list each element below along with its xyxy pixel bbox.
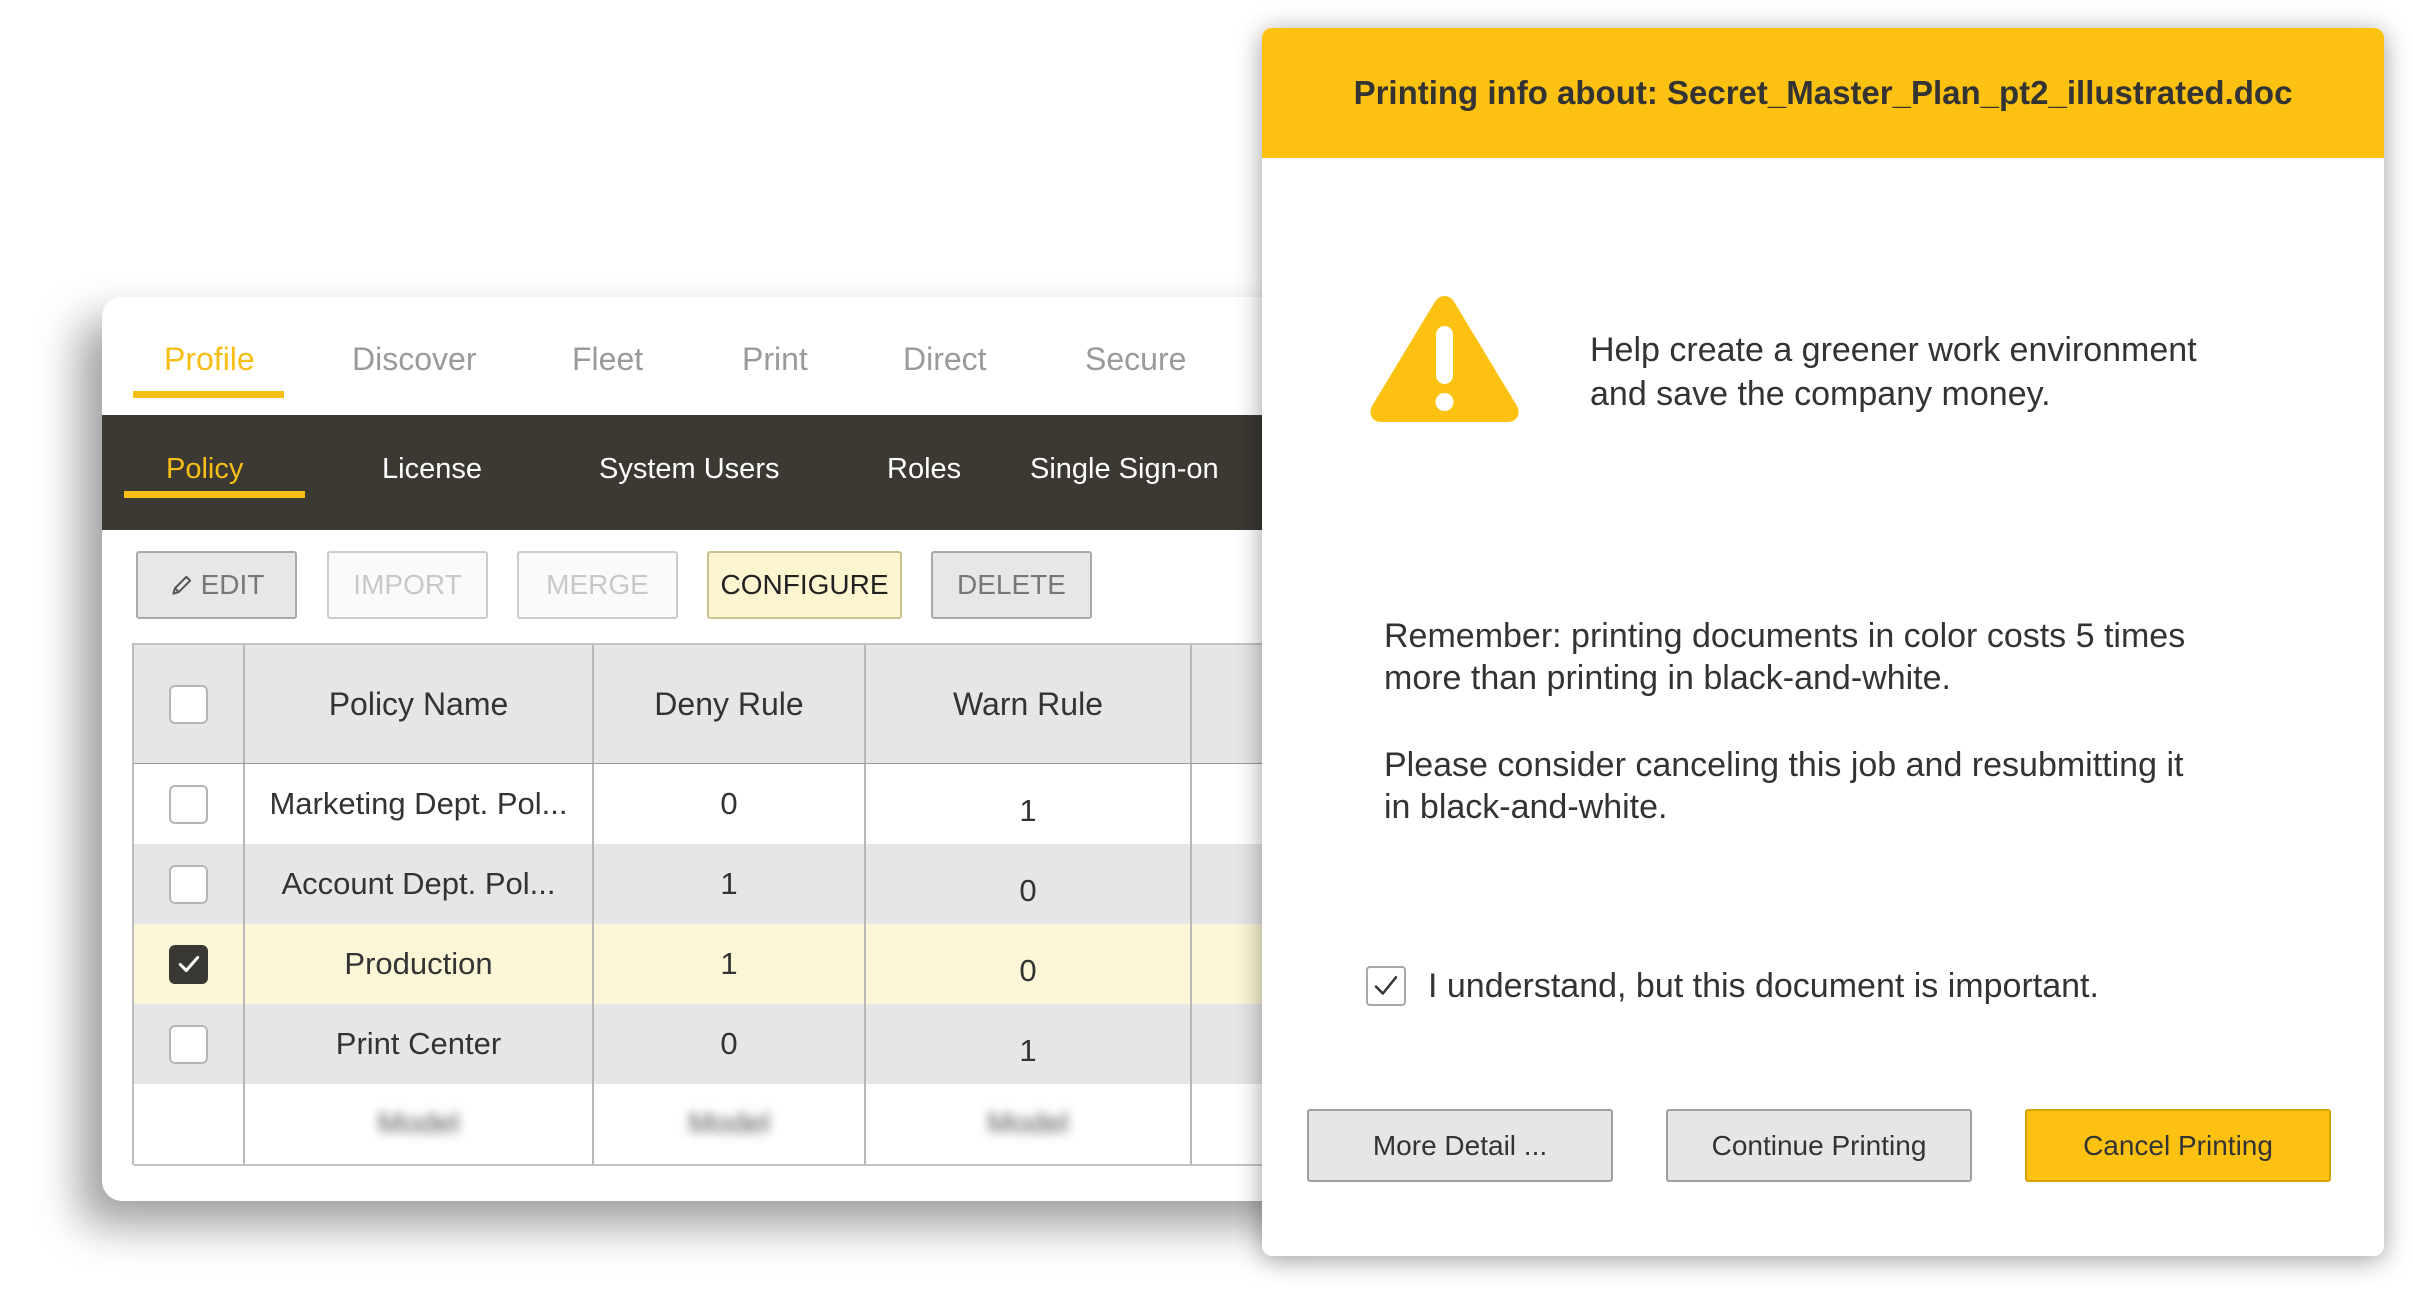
blurred-text: Model xyxy=(688,1107,770,1140)
acknowledge-row: I understand, but this document is impor… xyxy=(1366,964,2099,1008)
merge-button[interactable]: MERGE xyxy=(517,551,678,619)
green-message-line: and save the company money. xyxy=(1590,375,2051,413)
blurred-cell: Model xyxy=(866,1084,1192,1164)
consider-message: Please consider canceling this job and r… xyxy=(1384,744,2284,828)
edit-button[interactable]: EDIT xyxy=(136,551,297,619)
row-checkbox[interactable] xyxy=(169,784,208,824)
row-select-cell xyxy=(134,844,245,924)
tab-direct[interactable]: Direct xyxy=(903,341,987,378)
column-header-deny-rule[interactable]: Deny Rule xyxy=(594,645,866,763)
tab-discover[interactable]: Discover xyxy=(352,341,476,378)
checkmark-icon xyxy=(178,955,199,973)
configure-label: CONFIGURE xyxy=(720,569,889,600)
remember-message-line: more than printing in black-and-white. xyxy=(1384,659,1951,697)
blurred-cell: Model xyxy=(245,1084,594,1164)
subtab-roles[interactable]: Roles xyxy=(887,453,961,486)
warn-rule-cell: 1 xyxy=(866,1004,1192,1084)
tab-secure[interactable]: Secure xyxy=(1085,341,1186,378)
more-detail-label: More Detail ... xyxy=(1372,1129,1548,1161)
row-checkbox[interactable] xyxy=(169,1024,208,1064)
sub-nav-bar: Policy License System Users Roles Single… xyxy=(102,415,1332,530)
consider-message-line: Please consider canceling this job and r… xyxy=(1384,746,2184,784)
cancel-printing-label: Cancel Printing xyxy=(2083,1129,2273,1161)
checkmark-icon xyxy=(1374,976,1398,995)
row-checkbox-checked[interactable] xyxy=(169,944,208,984)
subtab-license[interactable]: License xyxy=(382,453,482,486)
green-message: Help create a greener work environment a… xyxy=(1590,328,2290,416)
continue-printing-button[interactable]: Continue Printing xyxy=(1666,1109,1972,1182)
table-row-blurred: Model Model Model xyxy=(134,1084,1332,1166)
deny-rule-cell: 1 xyxy=(594,844,866,924)
top-tab-bar: Profile Discover Fleet Print Direct Secu… xyxy=(102,297,1332,415)
blurred-text: Model xyxy=(377,1107,460,1140)
pencil-icon xyxy=(171,575,191,595)
policy-name-cell: Print Center xyxy=(245,1004,594,1084)
policy-table: Policy Name Deny Rule Warn Rule Marketin… xyxy=(132,643,1332,1166)
warn-rule-cell: 1 xyxy=(866,764,1192,844)
delete-label: DELETE xyxy=(957,569,1066,600)
remember-message: Remember: printing documents in color co… xyxy=(1384,615,2284,699)
table-row-selected[interactable]: Production 1 0 xyxy=(134,924,1332,1006)
table-row[interactable]: Print Center 0 1 xyxy=(134,1004,1332,1086)
row-select-cell xyxy=(134,924,245,1004)
merge-label: MERGE xyxy=(546,569,649,600)
blurred-cell: Model xyxy=(594,1084,866,1164)
active-tab-indicator xyxy=(133,391,284,398)
remember-message-line: Remember: printing documents in color co… xyxy=(1384,617,2186,655)
green-message-line: Help create a greener work environment xyxy=(1590,331,2197,369)
row-select-cell xyxy=(134,764,245,844)
policy-name-cell: Production xyxy=(245,924,594,1004)
policy-manager-window: Profile Discover Fleet Print Direct Secu… xyxy=(102,297,1332,1201)
deny-rule-cell: 0 xyxy=(594,1004,866,1084)
dialog-title: Printing info about: Secret_Master_Plan_… xyxy=(1353,74,2293,111)
row-select-cell xyxy=(134,1084,245,1164)
column-header-policy-name[interactable]: Policy Name xyxy=(245,645,594,763)
subtab-single-sign-on[interactable]: Single Sign-on xyxy=(1030,453,1219,486)
select-all-cell xyxy=(134,645,245,763)
cancel-printing-button[interactable]: Cancel Printing xyxy=(2025,1109,2331,1182)
blurred-text: Model xyxy=(987,1107,1069,1140)
import-label: IMPORT xyxy=(353,569,462,600)
table-row[interactable]: Marketing Dept. Pol... 0 1 xyxy=(134,764,1332,846)
print-warning-dialog: Printing info about: Secret_Master_Plan_… xyxy=(1262,28,2384,1256)
tab-profile[interactable]: Profile xyxy=(164,341,255,378)
column-header-warn-rule[interactable]: Warn Rule xyxy=(866,645,1192,763)
subtab-system-users[interactable]: System Users xyxy=(599,453,779,486)
warn-rule-cell: 0 xyxy=(866,924,1192,1004)
row-select-cell xyxy=(134,1004,245,1084)
continue-printing-label: Continue Printing xyxy=(1711,1129,1927,1161)
acknowledge-label[interactable]: I understand, but this document is impor… xyxy=(1428,967,2099,1006)
consider-message-line: in black-and-white. xyxy=(1384,788,1668,826)
delete-button[interactable]: DELETE xyxy=(931,551,1092,619)
deny-rule-cell: 0 xyxy=(594,764,866,844)
tab-fleet[interactable]: Fleet xyxy=(572,341,643,378)
active-subtab-indicator xyxy=(124,491,305,498)
table-row[interactable]: Account Dept. Pol... 1 0 xyxy=(134,844,1332,926)
policy-name-cell: Account Dept. Pol... xyxy=(245,844,594,924)
warn-rule-cell: 0 xyxy=(866,844,1192,924)
edit-label: EDIT xyxy=(200,569,265,600)
deny-rule-cell: 1 xyxy=(594,924,866,1004)
import-button[interactable]: IMPORT xyxy=(327,551,488,619)
select-all-checkbox[interactable] xyxy=(169,684,208,724)
configure-button[interactable]: CONFIGURE xyxy=(707,551,902,619)
warning-icon xyxy=(1370,296,1519,422)
subtab-policy[interactable]: Policy xyxy=(166,453,243,486)
tab-print[interactable]: Print xyxy=(742,341,808,378)
row-checkbox[interactable] xyxy=(169,864,208,904)
policy-name-cell: Marketing Dept. Pol... xyxy=(245,764,594,844)
table-header-row: Policy Name Deny Rule Warn Rule xyxy=(134,643,1332,766)
acknowledge-checkbox[interactable] xyxy=(1366,966,1406,1006)
more-detail-button[interactable]: More Detail ... xyxy=(1307,1109,1613,1182)
dialog-header: Printing info about: Secret_Master_Plan_… xyxy=(1262,28,2384,158)
